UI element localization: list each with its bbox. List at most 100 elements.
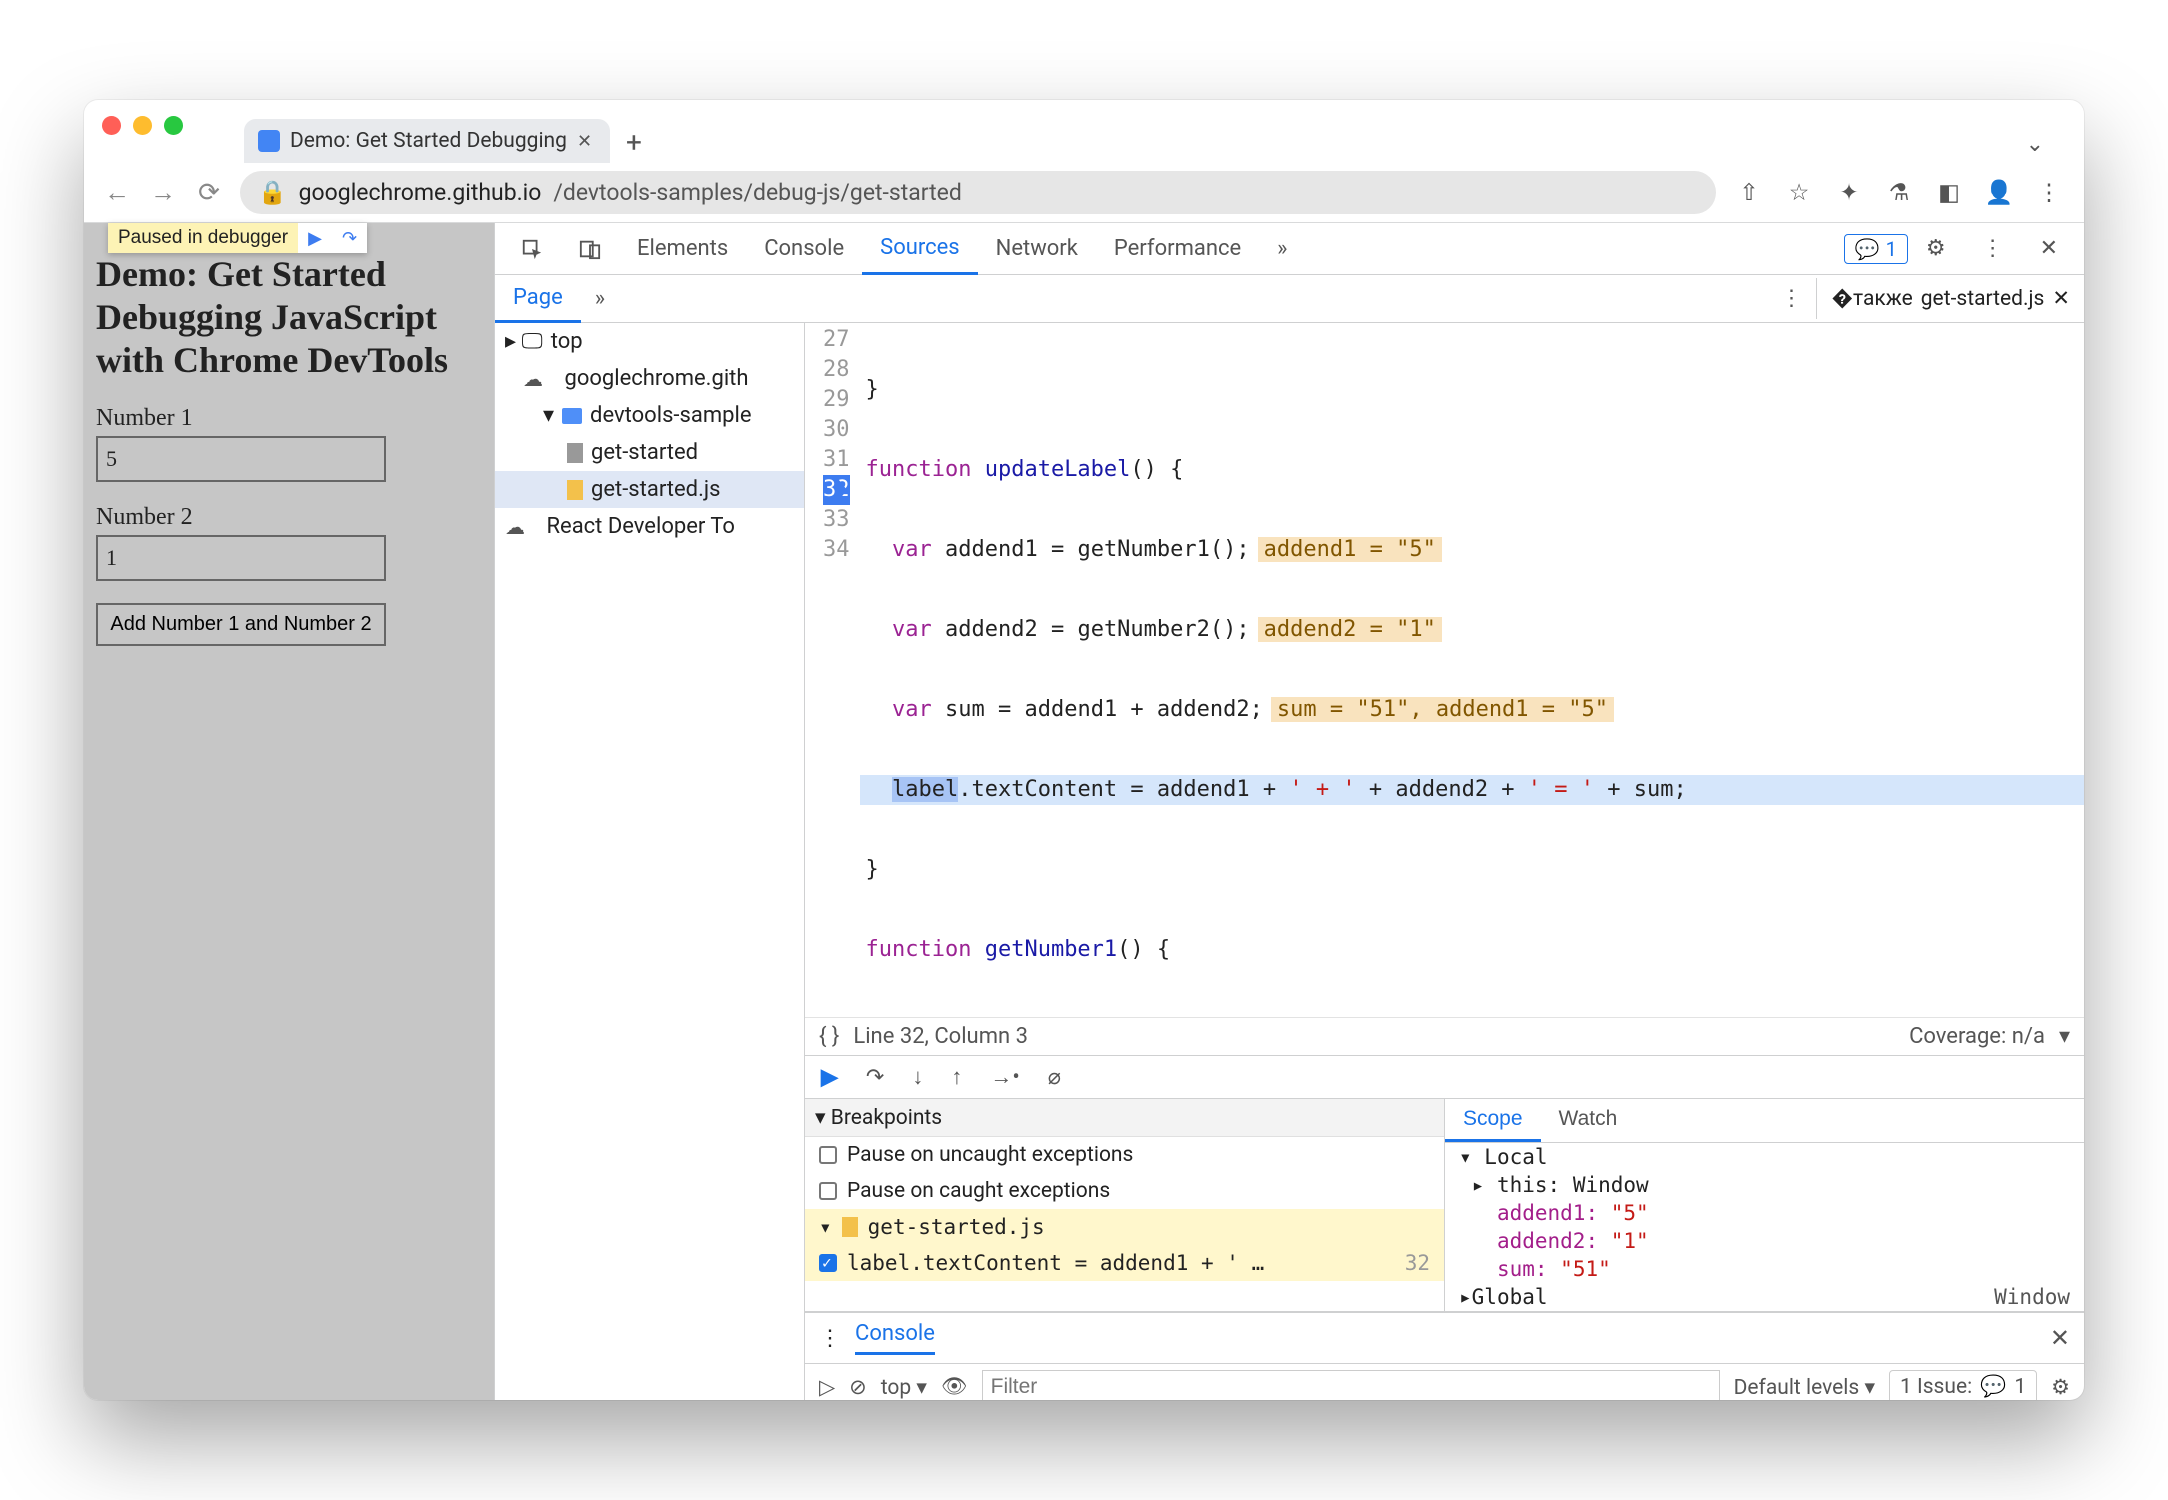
step-into-button[interactable]: ↓ (912, 1064, 923, 1090)
resume-icon[interactable]: ▶ (298, 224, 332, 253)
console-toolbar: ▷ ⊘ top ▾ 👁 Default levels ▾ 1 Issue: 💬 … (805, 1364, 2084, 1400)
nav-top[interactable]: ▸ 🖵 top (495, 323, 804, 360)
extensions-icon[interactable]: ✦ (1832, 179, 1866, 206)
inline-value: sum = "51", addend1 = "5" (1271, 697, 1614, 722)
tab-watch[interactable]: Watch (1541, 1099, 1636, 1142)
reload-button[interactable]: ⟳ (194, 178, 224, 208)
step-out-button[interactable]: ↑ (951, 1064, 962, 1090)
pause-caught-row[interactable]: Pause on caught exceptions (805, 1173, 1444, 1209)
code-editor[interactable]: 27 28 29 30 31 32 33 34 } function updat… (805, 323, 2084, 1018)
step-button[interactable]: →• (990, 1064, 1019, 1090)
inline-value: addend1 = "5" (1258, 537, 1442, 562)
address-bar[interactable]: 🔒 googlechrome.github.io/devtools-sample… (240, 171, 1716, 214)
page-nav-tab[interactable]: Page (495, 275, 581, 323)
sources-subheader: Page » ⋮ �также get-started.js ✕ (495, 275, 2084, 323)
new-tab-button[interactable]: + (626, 126, 642, 163)
issues-button[interactable]: 1 Issue: 💬 1 (1889, 1370, 2037, 1400)
code-line: var addend2 = getNumber2();addend2 = "1" (860, 615, 2085, 645)
nav-react[interactable]: React Developer To (495, 508, 804, 545)
current-line-marker: 32 (823, 475, 850, 505)
checkbox[interactable] (819, 1146, 837, 1164)
browser-tab[interactable]: Demo: Get Started Debugging ✕ (244, 119, 610, 163)
nav-folder[interactable]: ▾ devtools-sample (495, 397, 804, 434)
js-file-icon (842, 1217, 858, 1237)
nav-menu-icon[interactable]: ⋮ (1766, 286, 1816, 311)
file-icon (567, 443, 583, 463)
favicon (258, 130, 280, 152)
editor-status: { } Line 32, Column 3 Coverage: n/a ▾ (805, 1018, 2084, 1056)
number2-input[interactable]: 1 (96, 535, 386, 581)
tabs-menu-icon[interactable]: ⌄ (2006, 132, 2064, 163)
tab-title: Demo: Get Started Debugging (290, 129, 567, 153)
nav-file-js[interactable]: get-started.js (495, 471, 804, 508)
tab-network[interactable]: Network (978, 224, 1096, 273)
sources-split: ▸ 🖵 top googlechrome.gith ▾ devtools-sam… (495, 323, 2084, 1400)
breakpoints-pane: ▾ Breakpoints Pause on uncaught exceptio… (805, 1099, 1445, 1311)
deactivate-bp-button[interactable]: ⌀ (1048, 1065, 1061, 1090)
resume-button[interactable]: ▶ (821, 1065, 838, 1090)
file-close-icon[interactable]: ✕ (2052, 286, 2070, 311)
profile-icon[interactable]: 👤 (1982, 179, 2016, 206)
tab-close-icon[interactable]: ✕ (577, 131, 592, 152)
tab-performance[interactable]: Performance (1096, 224, 1259, 273)
checkbox-checked[interactable] (819, 1254, 837, 1272)
bp-line-row[interactable]: label.textContent = addend1 + ' …32 (805, 1245, 1444, 1281)
settings-icon[interactable]: ⚙ (1908, 224, 1964, 273)
console-menu-icon[interactable]: ⋮ (819, 1326, 841, 1351)
overflow-menu[interactable]: ⋮ (2032, 179, 2066, 206)
tab-sources[interactable]: Sources (862, 223, 978, 275)
levels-selector[interactable]: Default levels ▾ (1734, 1375, 1875, 1400)
step-over-button[interactable]: ↷ (866, 1065, 884, 1090)
paused-label: Paused in debugger (108, 223, 298, 253)
scope-global[interactable]: ▸ GlobalWindow (1445, 1283, 2084, 1311)
checkbox[interactable] (819, 1182, 837, 1200)
nav-host[interactable]: googlechrome.gith (495, 360, 804, 397)
sidepanel-icon[interactable]: ◧ (1932, 179, 1966, 206)
tab-elements[interactable]: Elements (619, 224, 746, 273)
context-selector[interactable]: top ▾ (881, 1375, 927, 1400)
debugger-toolbar: ▶ ↷ ↓ ↑ →• ⌀ (805, 1056, 2084, 1099)
scope-tabs: Scope Watch (1445, 1099, 2084, 1143)
coverage-toggle-icon[interactable]: ▾ (2059, 1024, 2070, 1049)
code-line: } (860, 855, 2085, 885)
play-icon[interactable]: ▷ (819, 1375, 835, 1400)
share-icon[interactable]: ⇧ (1732, 179, 1766, 206)
sidebar-toggle-icon[interactable]: �также (1831, 287, 1912, 311)
devtools-menu-icon[interactable]: ⋮ (1964, 224, 2022, 273)
tab-scope[interactable]: Scope (1445, 1099, 1541, 1142)
console-close-icon[interactable]: ✕ (2050, 1324, 2070, 1352)
inspect-icon[interactable] (503, 224, 561, 273)
issues-pill[interactable]: 💬 1 (1844, 234, 1908, 264)
number1-label: Number 1 (96, 405, 482, 432)
clear-console-icon[interactable]: ⊘ (849, 1375, 867, 1400)
device-icon[interactable] (561, 224, 619, 273)
scope-this[interactable]: ▸ this: Window (1445, 1171, 2084, 1199)
tab-strip: Demo: Get Started Debugging ✕ + ⌄ (84, 119, 2084, 163)
scope-local[interactable]: ▾ Local (1445, 1143, 2084, 1171)
add-button[interactable]: Add Number 1 and Number 2 (96, 603, 386, 646)
pause-uncaught-row[interactable]: Pause on uncaught exceptions (805, 1137, 1444, 1173)
cursor-position: Line 32, Column 3 (853, 1024, 1028, 1049)
back-button[interactable]: ← (102, 177, 132, 208)
console-tab[interactable]: Console (855, 1321, 935, 1355)
code-line: function getNumber1() { (860, 935, 2085, 965)
bp-file-row[interactable]: ▾ get-started.js (805, 1209, 1444, 1245)
more-nav-icon[interactable]: » (581, 286, 619, 311)
console-settings-icon[interactable]: ⚙ (2051, 1375, 2070, 1400)
pretty-print-icon[interactable]: { } (819, 1024, 839, 1049)
nav-file-html[interactable]: get-started (495, 434, 804, 471)
tab-console[interactable]: Console (746, 224, 862, 273)
breakpoints-header[interactable]: ▾ Breakpoints (805, 1099, 1444, 1137)
editor-area: 27 28 29 30 31 32 33 34 } function updat… (805, 323, 2084, 1400)
live-expression-icon[interactable]: 👁 (941, 1375, 968, 1399)
open-file-tab[interactable]: �также get-started.js ✕ (1816, 278, 2084, 319)
number1-input[interactable]: 5 (96, 436, 386, 482)
devtools-tabs: Elements Console Sources Network Perform… (495, 223, 2084, 275)
step-icon[interactable]: ↷ (332, 224, 367, 253)
forward-button[interactable]: → (148, 177, 178, 208)
console-filter-input[interactable] (982, 1370, 1720, 1400)
more-tabs-icon[interactable]: » (1259, 224, 1305, 273)
labs-icon[interactable]: ⚗ (1882, 179, 1916, 206)
bookmark-icon[interactable]: ☆ (1782, 179, 1816, 206)
devtools-close-icon[interactable]: ✕ (2022, 224, 2076, 273)
